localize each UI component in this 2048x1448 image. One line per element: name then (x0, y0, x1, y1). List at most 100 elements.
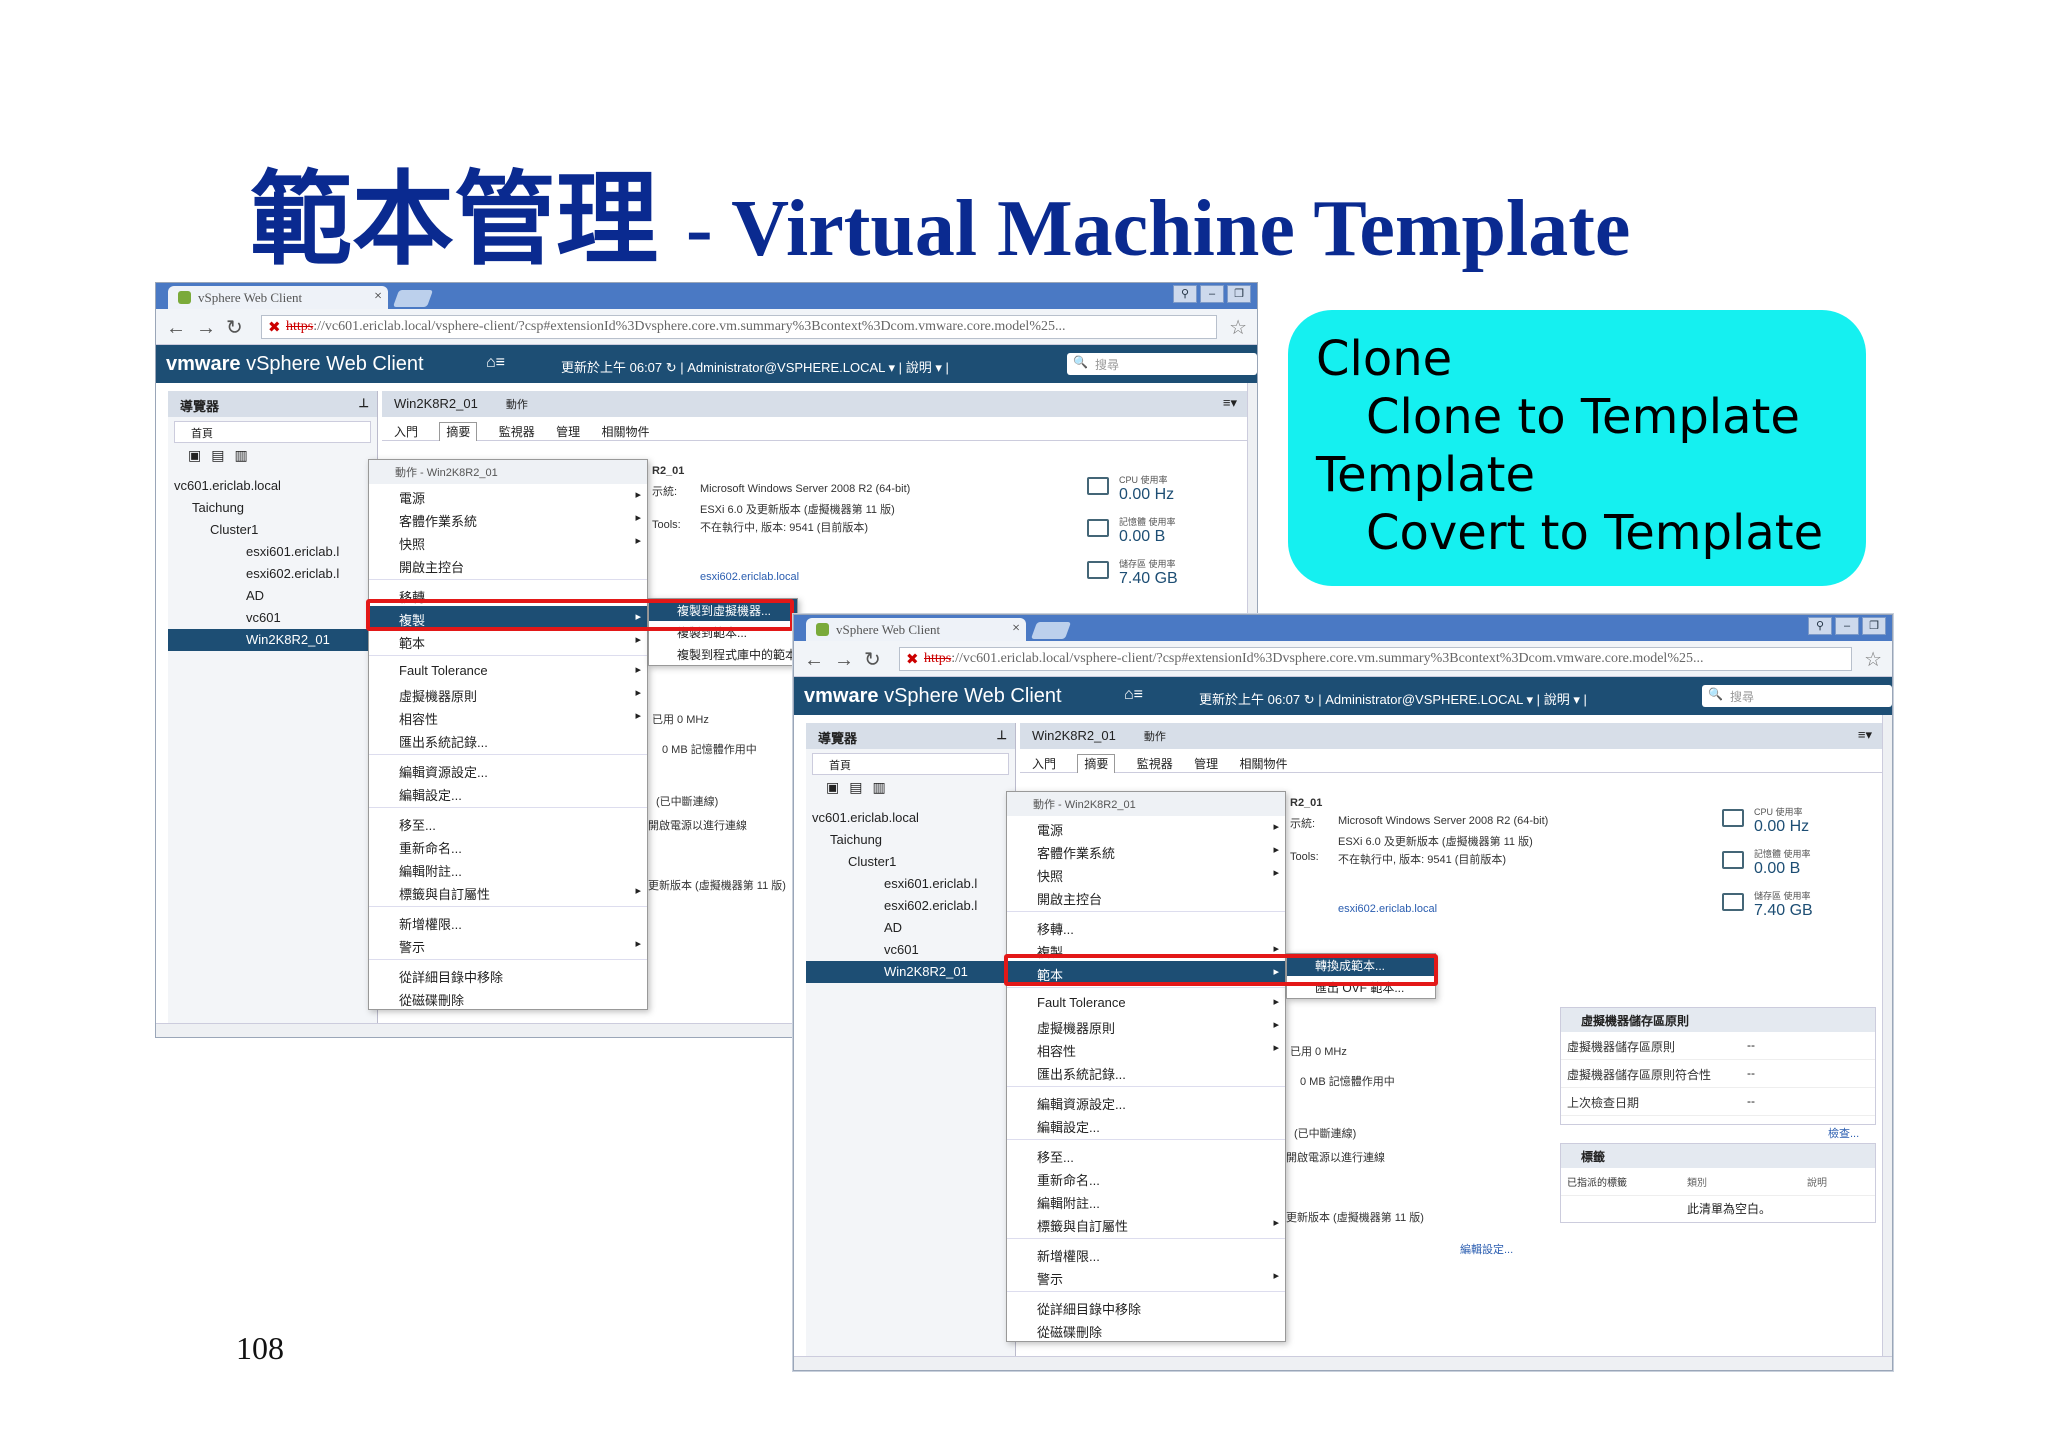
tree-item[interactable]: Taichung (168, 497, 377, 519)
menu-item-delete-disk[interactable]: 從磁碟刪除 (1007, 1318, 1285, 1341)
minimize-button[interactable]: – (1200, 285, 1224, 303)
edit-settings-link[interactable]: 編輯設定... (1460, 1241, 1513, 1257)
bookmark-star-icon[interactable]: ☆ (1229, 315, 1247, 340)
vms-view-icon[interactable]: ▤ (849, 779, 862, 803)
menu-item-edit-settings[interactable]: 編輯設定... (369, 781, 647, 804)
tab-summary[interactable]: 摘要 (1077, 754, 1116, 773)
menu-item-edit-settings[interactable]: 編輯設定... (1007, 1113, 1285, 1136)
menu-item-move-to[interactable]: 移至... (1007, 1143, 1285, 1166)
menu-item-power[interactable]: 電源 (369, 484, 647, 507)
tree-item-selected[interactable]: Win2K8R2_01 (806, 961, 1015, 983)
user-menu[interactable]: Administrator@VSPHERE.LOCAL (687, 360, 885, 375)
tree-item-selected[interactable]: Win2K8R2_01 (168, 629, 377, 651)
menu-item-delete-disk[interactable]: 從磁碟刪除 (369, 986, 647, 1009)
navigator-home[interactable]: 首頁 (812, 753, 1009, 775)
menu-item-guest-os[interactable]: 客體作業系統 (1007, 839, 1285, 862)
menu-item-compatibility[interactable]: 相容性 (1007, 1037, 1285, 1060)
vertical-scrollbar[interactable] (1882, 715, 1892, 1356)
vms-view-icon[interactable]: ▤ (211, 447, 224, 471)
back-icon[interactable]: ← (166, 317, 196, 339)
menu-item-snapshot[interactable]: 快照 (369, 530, 647, 553)
menu-item-add-permission[interactable]: 新增權限... (1007, 1242, 1285, 1265)
pin-icon[interactable]: ⊥ (359, 396, 369, 410)
tree-item[interactable]: esxi602.ericlab.l (168, 563, 377, 585)
tree-item[interactable]: AD (168, 585, 377, 607)
tree-item[interactable]: vc601 (168, 607, 377, 629)
menu-item-compatibility[interactable]: 相容性 (369, 705, 647, 728)
menu-item-fault-tolerance[interactable]: Fault Tolerance (1007, 991, 1285, 1014)
tab-monitor[interactable]: 監視器 (1137, 757, 1173, 771)
tab-manage[interactable]: 管理 (556, 425, 580, 439)
url-field[interactable]: ✖ https://vc601.ericlab.local/vsphere-cl… (261, 315, 1217, 339)
menu-item-vm-policies[interactable]: 虛擬機器原則 (369, 682, 647, 705)
tab-manage[interactable]: 管理 (1194, 757, 1218, 771)
tree-item[interactable]: esxi602.ericlab.l (806, 895, 1015, 917)
new-tab-button[interactable] (1030, 622, 1072, 639)
tree-item[interactable]: vc601.ericlab.local (806, 807, 1015, 829)
close-tab-icon[interactable]: × (374, 289, 382, 305)
menu-item-tags[interactable]: 標籤與自訂屬性 (369, 880, 647, 903)
menu-item-move-to[interactable]: 移至... (369, 811, 647, 834)
menu-item-guest-os[interactable]: 客體作業系統 (369, 507, 647, 530)
tree-item[interactable]: Cluster1 (168, 519, 377, 541)
menu-item-alarms[interactable]: 警示 (369, 933, 647, 956)
storage-view-icon[interactable]: ▥ (234, 447, 247, 471)
menu-item-fault-tolerance[interactable]: Fault Tolerance (369, 659, 647, 682)
menu-item-rename[interactable]: 重新命名... (1007, 1166, 1285, 1189)
pin-icon[interactable]: ⊥ (997, 728, 1007, 742)
home-icon[interactable]: ⌂≡ (1124, 686, 1143, 704)
browser-tab[interactable]: vSphere Web Client × (168, 286, 388, 309)
tree-item[interactable]: Cluster1 (806, 851, 1015, 873)
search-input[interactable]: 搜尋 (1702, 685, 1892, 707)
submenu-clone-to-library[interactable]: 複製到程式庫中的範本... (649, 643, 807, 665)
tab-getting-started[interactable]: 入門 (1032, 757, 1056, 771)
menu-item-alarms[interactable]: 警示 (1007, 1265, 1285, 1288)
host-link[interactable]: esxi602.ericlab.local (700, 571, 799, 583)
back-icon[interactable]: ← (804, 649, 834, 671)
menu-item-power[interactable]: 電源 (1007, 816, 1285, 839)
menu-item-rename[interactable]: 重新命名... (369, 834, 647, 857)
horizontal-scrollbar[interactable] (794, 1356, 1892, 1370)
help-menu[interactable]: 說明 (1544, 692, 1570, 707)
reload-icon[interactable]: ↻ (864, 649, 891, 671)
close-tab-icon[interactable]: × (1012, 621, 1020, 637)
menu-item-open-console[interactable]: 開啟主控台 (1007, 885, 1285, 908)
navigator-home[interactable]: 首頁 (174, 421, 371, 443)
tree-item[interactable]: vc601.ericlab.local (168, 475, 377, 497)
menu-item-edit-notes[interactable]: 編輯附註... (369, 857, 647, 880)
actions-menu[interactable]: 動作 (506, 399, 528, 411)
url-field[interactable]: ✖ https://vc601.ericlab.local/vsphere-cl… (899, 647, 1852, 671)
tree-item[interactable]: vc601 (806, 939, 1015, 961)
tree-item[interactable]: esxi601.ericlab.l (806, 873, 1015, 895)
forward-icon[interactable]: → (834, 649, 864, 671)
menu-item-add-permission[interactable]: 新增權限... (369, 910, 647, 933)
home-icon[interactable]: ⌂≡ (486, 354, 505, 372)
bookmark-star-icon[interactable]: ☆ (1864, 647, 1882, 672)
menu-item-export-logs[interactable]: 匯出系統記錄... (369, 728, 647, 751)
restore-button[interactable]: ❐ (1862, 617, 1886, 635)
tab-related[interactable]: 相關物件 (1239, 757, 1287, 771)
menu-icon[interactable]: ≡▾ (1223, 395, 1237, 411)
restore-button[interactable]: ❐ (1227, 285, 1251, 303)
minimize-button[interactable]: – (1835, 617, 1859, 635)
host-link[interactable]: esxi602.ericlab.local (1338, 903, 1437, 915)
user-icon[interactable]: ⚲ (1173, 285, 1197, 303)
menu-item-remove-inventory[interactable]: 從詳細目錄中移除 (1007, 1295, 1285, 1318)
menu-item-edit-resources[interactable]: 編輯資源設定... (369, 758, 647, 781)
tree-item[interactable]: Taichung (806, 829, 1015, 851)
forward-icon[interactable]: → (196, 317, 226, 339)
search-input[interactable]: 搜尋 (1067, 353, 1257, 375)
storage-view-icon[interactable]: ▥ (872, 779, 885, 803)
menu-item-snapshot[interactable]: 快照 (1007, 862, 1285, 885)
reload-icon[interactable]: ↻ (226, 317, 253, 339)
menu-item-vm-policies[interactable]: 虛擬機器原則 (1007, 1014, 1285, 1037)
menu-item-tags[interactable]: 標籤與自訂屬性 (1007, 1212, 1285, 1235)
tab-summary[interactable]: 摘要 (439, 422, 478, 441)
actions-menu[interactable]: 動作 (1144, 731, 1166, 743)
tab-getting-started[interactable]: 入門 (394, 425, 418, 439)
menu-item-remove-inventory[interactable]: 從詳細目錄中移除 (369, 963, 647, 986)
menu-item-migrate[interactable]: 移轉... (1007, 915, 1285, 938)
help-menu[interactable]: 說明 (906, 360, 932, 375)
new-tab-button[interactable] (392, 290, 434, 307)
menu-item-template[interactable]: 範本 (369, 629, 647, 652)
